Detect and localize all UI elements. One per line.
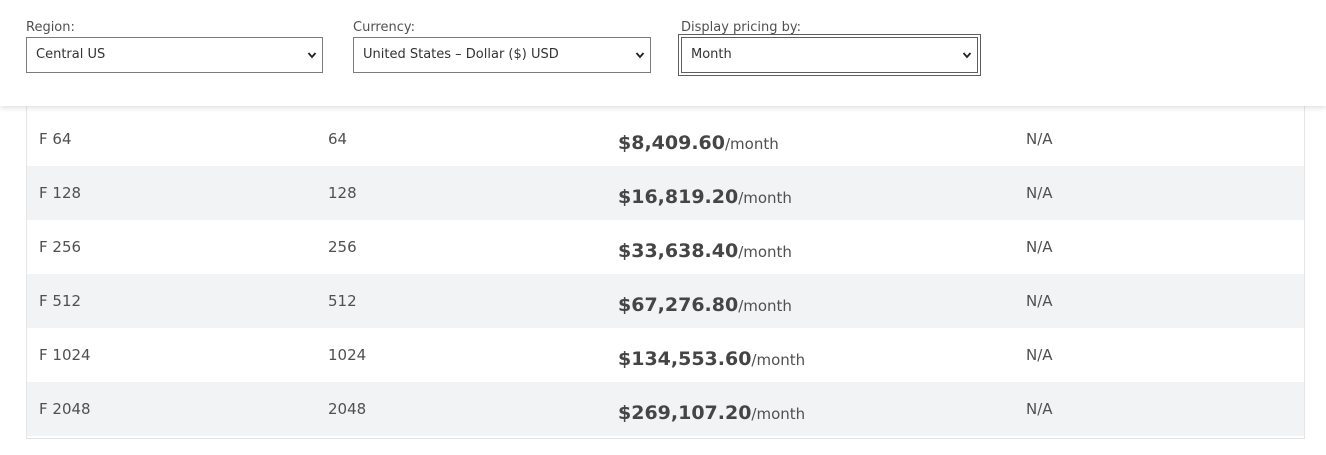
region-filter: Region: Central US	[26, 19, 323, 73]
display-pricing-select-value: Month	[691, 47, 732, 62]
currency-filter: Currency: United States – Dollar ($) USD	[353, 19, 651, 73]
na-cell: N/A	[1026, 238, 1053, 256]
table-row: F 1024 1024 $134,553.60/month N/A	[27, 328, 1304, 382]
price-amount: $33,638.40	[618, 240, 739, 262]
display-pricing-select[interactable]: Month	[678, 34, 981, 76]
na-cell: N/A	[1026, 130, 1053, 148]
region-label: Region:	[26, 20, 75, 35]
price-unit: /month	[738, 243, 792, 261]
instance-cell: F 2048	[39, 400, 91, 418]
table-row: F 64 64 $8,409.60/month N/A	[27, 112, 1304, 166]
price-unit: /month	[751, 405, 806, 423]
chevron-down-icon	[635, 52, 645, 59]
instance-cell: F 256	[39, 238, 82, 256]
instance-cell: F 512	[39, 292, 82, 310]
price-amount: $8,409.60	[618, 132, 725, 154]
na-cell: N/A	[1026, 184, 1053, 202]
chevron-down-icon	[307, 52, 317, 59]
table-row: F 256 256 $33,638.40/month N/A	[27, 220, 1304, 274]
currency-select[interactable]: United States – Dollar ($) USD	[353, 37, 651, 73]
price-cell: $134,553.60/month	[618, 332, 805, 386]
cores-cell: 2048	[328, 400, 367, 418]
table-row: F 2048 2048 $269,107.20/month N/A	[27, 382, 1304, 436]
chevron-down-icon	[962, 52, 972, 59]
price-amount: $269,107.20	[618, 402, 752, 424]
instance-cell: F 1024	[39, 346, 91, 364]
price-unit: /month	[738, 189, 792, 207]
pricing-table: F 64 64 $8,409.60/month N/A F 128 128 $1…	[26, 106, 1305, 439]
price-cell: $67,276.80/month	[618, 278, 792, 332]
table-row: F 512 512 $67,276.80/month N/A	[27, 274, 1304, 328]
cores-cell: 128	[328, 184, 357, 202]
price-amount: $134,553.60	[618, 348, 752, 370]
cores-cell: 1024	[328, 346, 367, 364]
price-cell: $269,107.20/month	[618, 386, 805, 440]
display-pricing-filter: Display pricing by: Month	[678, 19, 981, 76]
na-cell: N/A	[1026, 292, 1053, 310]
price-amount: $67,276.80	[618, 294, 739, 316]
price-cell: $8,409.60/month	[618, 116, 779, 170]
cores-cell: 256	[328, 238, 357, 256]
table-row: F 128 128 $16,819.20/month N/A	[27, 166, 1304, 220]
na-cell: N/A	[1026, 346, 1053, 364]
price-unit: /month	[724, 135, 779, 153]
instance-cell: F 64	[39, 130, 72, 148]
region-select-value: Central US	[36, 47, 106, 62]
price-amount: $16,819.20	[618, 186, 739, 208]
region-select[interactable]: Central US	[26, 37, 323, 73]
price-cell: $33,638.40/month	[618, 224, 792, 278]
currency-label: Currency:	[353, 20, 416, 35]
price-unit: /month	[751, 351, 806, 369]
price-cell: $16,819.20/month	[618, 170, 792, 224]
instance-cell: F 128	[39, 184, 82, 202]
cores-cell: 64	[328, 130, 348, 148]
na-cell: N/A	[1026, 400, 1053, 418]
currency-select-value: United States – Dollar ($) USD	[363, 47, 559, 62]
cores-cell: 512	[328, 292, 357, 310]
filter-bar: Region: Central US Currency: United Stat…	[0, 0, 1326, 106]
display-pricing-label: Display pricing by:	[681, 20, 802, 35]
price-unit: /month	[738, 297, 792, 315]
